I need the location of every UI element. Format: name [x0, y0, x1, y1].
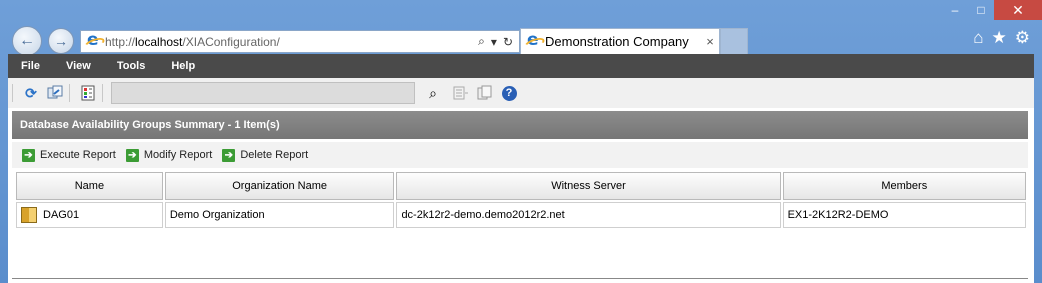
help-icon[interactable]: ?: [499, 83, 519, 103]
toolbar-separator: [69, 84, 70, 102]
toolbar-separator: [102, 84, 103, 102]
cell-organization-name[interactable]: Demo Organization: [164, 202, 395, 228]
delete-report-button[interactable]: ➔ Delete Report: [222, 148, 309, 162]
menu-view[interactable]: View: [53, 60, 104, 72]
summary-title: Database Availability Groups Summary - 1…: [20, 119, 280, 131]
modify-report-button[interactable]: ➔ Modify Report: [125, 148, 213, 162]
modify-report-label: Modify Report: [143, 149, 213, 161]
dag-summary-table: Name Organization Name Witness Server Me…: [14, 170, 1028, 230]
favorites-star-icon[interactable]: ★: [992, 28, 1007, 48]
toolbar-search-input[interactable]: [111, 82, 415, 104]
view-icon[interactable]: [451, 83, 471, 103]
green-arrow-icon: ➔: [222, 148, 236, 162]
cell-witness-server[interactable]: dc-2k12r2-demo.demo2012r2.net: [396, 202, 781, 228]
execute-report-button[interactable]: ➔ Execute Report: [22, 148, 116, 162]
search-icon[interactable]: ⌕: [423, 83, 443, 103]
menu-help[interactable]: Help: [158, 60, 208, 72]
refresh-icon[interactable]: ↻: [503, 35, 513, 49]
close-window-button[interactable]: ✕: [994, 0, 1042, 20]
window-controls: – □ ✕: [942, 0, 1042, 22]
ie-tab-icon: [525, 30, 541, 50]
green-arrow-icon: ➔: [125, 148, 139, 162]
summary-header: Database Availability Groups Summary - 1…: [12, 111, 1028, 139]
new-tab-button[interactable]: [720, 28, 748, 54]
close-tab-icon[interactable]: ×: [701, 34, 719, 49]
address-url[interactable]: http://localhost/XIAConfiguration/: [105, 35, 478, 49]
refresh-icon[interactable]: ⟳: [21, 83, 41, 103]
menu-file[interactable]: File: [8, 60, 53, 72]
dag-name: DAG01: [43, 208, 80, 221]
report-icon[interactable]: [78, 83, 98, 103]
browser-window: – □ ✕ ← → http://localhost/XIAConfigurat…: [0, 0, 1042, 283]
back-button[interactable]: ←: [12, 26, 42, 56]
menu-tools[interactable]: Tools: [104, 60, 159, 72]
copy-icon[interactable]: [475, 83, 495, 103]
tab-title: Demonstration Company: [545, 34, 689, 49]
delete-report-label: Delete Report: [240, 149, 309, 161]
back-arrow-icon: ←: [19, 32, 35, 49]
execute-report-label: Execute Report: [40, 149, 116, 161]
tab-demonstration-company[interactable]: Demonstration Company ×: [520, 28, 720, 54]
forward-button[interactable]: →: [48, 28, 74, 54]
dag-icon: [21, 207, 37, 223]
menu-bar: File View Tools Help: [8, 54, 1034, 78]
minimize-button[interactable]: –: [942, 0, 968, 20]
column-header-organization-name[interactable]: Organization Name: [164, 172, 395, 200]
ie-page-icon: [85, 30, 101, 50]
column-header-witness-server[interactable]: Witness Server: [396, 172, 781, 200]
browser-right-icons: ⌂ ★ ⚙: [973, 28, 1030, 48]
report-actions-bar: ➔ Execute Report ➔ Modify Report ➔ Delet…: [12, 142, 1028, 168]
content-bottom-divider: [12, 278, 1028, 279]
green-arrow-icon: ➔: [22, 148, 35, 162]
toolbar-grip: [12, 84, 13, 102]
address-bar[interactable]: http://localhost/XIAConfiguration/ ⌕ ▾ ↻: [80, 30, 520, 53]
search-icon[interactable]: ⌕: [478, 34, 485, 49]
toolbar: ⟳ ⌕ ?: [8, 78, 1034, 109]
chevron-down-icon[interactable]: ▾: [491, 35, 497, 49]
forward-arrow-icon: →: [54, 33, 68, 49]
import-export-icon[interactable]: [45, 83, 65, 103]
page-content: Database Availability Groups Summary - 1…: [8, 108, 1034, 283]
maximize-button[interactable]: □: [968, 0, 994, 20]
table-row[interactable]: DAG01 Demo Organization dc-2k12r2-demo.d…: [16, 202, 1026, 228]
column-header-name[interactable]: Name: [16, 172, 163, 200]
settings-gear-icon[interactable]: ⚙: [1015, 28, 1030, 48]
column-header-members[interactable]: Members: [782, 172, 1026, 200]
cell-name[interactable]: DAG01: [16, 202, 163, 228]
home-icon[interactable]: ⌂: [973, 28, 983, 48]
table-header-row: Name Organization Name Witness Server Me…: [16, 172, 1026, 200]
cell-members[interactable]: EX1-2K12R2-DEMO: [782, 202, 1026, 228]
